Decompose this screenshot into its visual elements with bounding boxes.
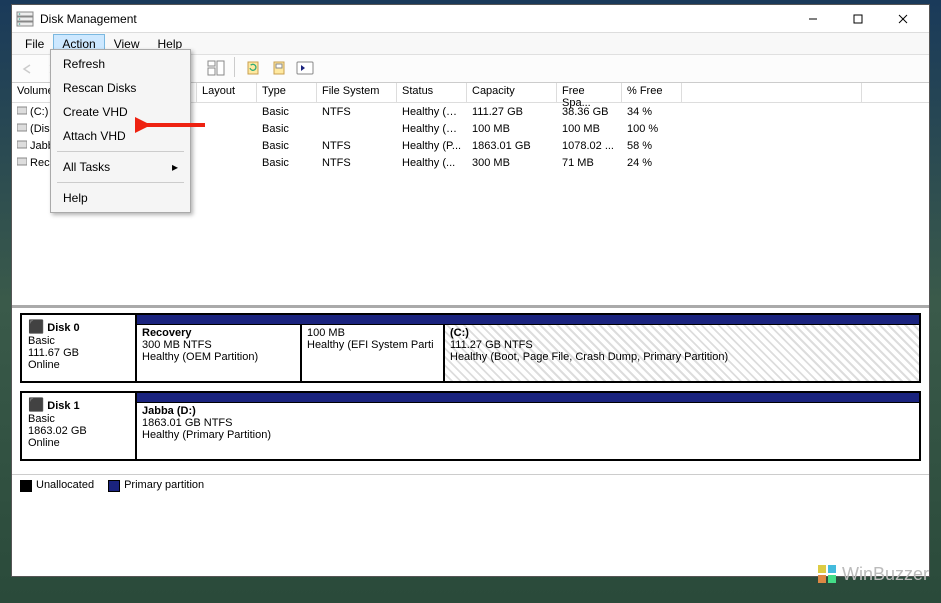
cell: 100 % [622, 123, 682, 135]
cell: 58 % [622, 140, 682, 152]
cell: Healthy (... [397, 157, 467, 169]
cell: 300 MB [467, 157, 557, 169]
cell: NTFS [317, 157, 397, 169]
column-header-capacity[interactable]: Capacity [467, 83, 557, 102]
cell: Basic [257, 106, 317, 118]
action-menu-refresh[interactable]: Refresh [51, 52, 190, 76]
disk-row[interactable]: ⬛ Disk 1Basic1863.02 GBOnlineJabba (D:)1… [20, 391, 921, 461]
cell: 24 % [622, 157, 682, 169]
cell: NTFS [317, 140, 397, 152]
cell: 34 % [622, 106, 682, 118]
cell: 1078.02 ... [557, 140, 622, 152]
column-header-layout[interactable]: Layout [197, 83, 257, 102]
cell: 100 MB [467, 123, 557, 135]
console-tree-icon[interactable] [205, 57, 227, 79]
legend-swatch-primary [108, 480, 120, 492]
column-header-pctfree[interactable]: % Free [622, 83, 682, 102]
legend-primary: Primary partition [124, 479, 204, 491]
back-button[interactable] [16, 58, 38, 80]
disk-info[interactable]: ⬛ Disk 1Basic1863.02 GBOnline [22, 393, 137, 459]
settings-icon[interactable] [268, 57, 290, 79]
legend-swatch-unallocated [20, 480, 32, 492]
column-header-type[interactable]: Type [257, 83, 317, 102]
action-menu-rescan-disks[interactable]: Rescan Disks [51, 76, 190, 100]
annotation-arrow [135, 113, 210, 137]
legend-unallocated: Unallocated [36, 479, 94, 491]
column-header-freespace[interactable]: Free Spa... [557, 83, 622, 102]
disk-info[interactable]: ⬛ Disk 0Basic111.67 GBOnline [22, 315, 137, 381]
partition[interactable]: (C:)111.27 GB NTFSHealthy (Boot, Page Fi… [445, 325, 919, 381]
legend: Unallocated Primary partition [12, 474, 929, 496]
cell: Basic [257, 123, 317, 135]
properties-icon[interactable] [294, 57, 316, 79]
cell: 1863.01 GB [467, 140, 557, 152]
window-title: Disk Management [40, 12, 790, 26]
close-button[interactable] [880, 5, 925, 32]
action-menu-help[interactable]: Help [51, 186, 190, 210]
toolbar-divider [234, 57, 235, 77]
column-header-status[interactable]: Status [397, 83, 467, 102]
disk-graphical-view[interactable]: ⬛ Disk 0Basic111.67 GBOnlineRecovery300 … [12, 308, 929, 474]
cell: 71 MB [557, 157, 622, 169]
column-header-filesystem[interactable]: File System [317, 83, 397, 102]
action-menu-all-tasks[interactable]: All Tasks▸ [51, 155, 190, 179]
partition[interactable]: Recovery300 MB NTFSHealthy (OEM Partitio… [137, 325, 302, 381]
disk-row[interactable]: ⬛ Disk 0Basic111.67 GBOnlineRecovery300 … [20, 313, 921, 383]
cell: Healthy (E... [397, 123, 467, 135]
disk-management-icon [16, 10, 34, 28]
refresh-icon[interactable] [242, 57, 264, 79]
cell: 100 MB [557, 123, 622, 135]
cell: Healthy (P... [397, 140, 467, 152]
cell: 38.36 GB [557, 106, 622, 118]
minimize-button[interactable] [790, 5, 835, 32]
partition[interactable]: 100 MBHealthy (EFI System Parti [302, 325, 445, 381]
cell: Basic [257, 157, 317, 169]
title-bar[interactable]: Disk Management [12, 5, 929, 33]
cell: Basic [257, 140, 317, 152]
column-header-blank[interactable] [682, 83, 862, 102]
menu-separator [57, 182, 184, 183]
maximize-button[interactable] [835, 5, 880, 32]
chevron-right-icon: ▸ [172, 160, 178, 174]
disk-stripe [137, 315, 919, 325]
cell: NTFS [317, 106, 397, 118]
partition[interactable]: Jabba (D:)1863.01 GB NTFSHealthy (Primar… [137, 403, 919, 459]
disk-stripe [137, 393, 919, 403]
menu-separator [57, 151, 184, 152]
menu-file[interactable]: File [16, 34, 53, 54]
cell: 111.27 GB [467, 106, 557, 118]
cell: Healthy (B... [397, 106, 467, 118]
